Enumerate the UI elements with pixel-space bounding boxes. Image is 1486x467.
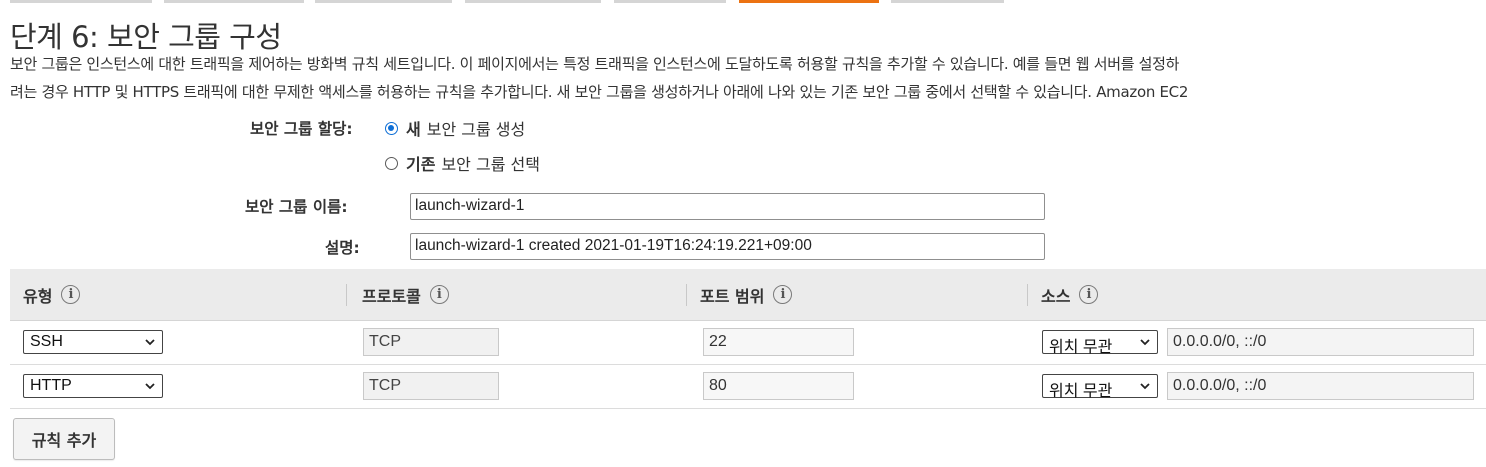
radio-new-strong: 새 [406,120,421,139]
radio-new-indicator[interactable] [385,121,398,135]
chevron-down-icon [145,339,155,346]
rule-cidr-field[interactable]: 0.0.0.0/0, ::/0 [1167,328,1474,356]
radio-existing-strong: 기존 [406,155,436,174]
info-icon[interactable]: i [773,285,793,304]
chevron-down-icon [145,383,155,390]
wizard-tab[interactable] [10,0,152,3]
rule-protocol-field: TCP [363,372,499,400]
header-protocol: 프로토콜 i [362,269,449,320]
wizard-tab-active[interactable] [739,0,879,3]
info-icon[interactable]: i [61,285,81,304]
group-name-input[interactable]: launch-wizard-1 [410,193,1045,220]
rule-row: SSH TCP 22 위치 무관 0.0.0.0/0, ::/0 [10,321,1486,365]
rule-source-value: 위치 무관 [1049,339,1113,356]
page-description-line-1: 보안 그룹은 인스턴스에 대한 트래픽을 제어하는 방화벽 규칙 세트입니다. … [10,55,1180,73]
rule-source-value: 위치 무관 [1049,383,1113,400]
header-type: 유형 i [23,269,81,320]
radio-existing-indicator[interactable] [385,156,398,170]
page-description-line-2: 려는 경우 HTTP 및 HTTPS 트래픽에 대한 무제한 액세스를 허용하는… [10,83,1189,101]
rule-port-field[interactable]: 22 [703,328,854,356]
chevron-down-icon [1140,383,1150,390]
rule-row: HTTP TCP 80 위치 무관 0.0.0.0/0, ::/0 [10,365,1486,409]
rule-type-value: SSH [30,333,63,350]
assignment-label: 보안 그룹 할당: [250,120,353,138]
rule-protocol-field: TCP [363,328,499,356]
header-source-label: 소스 [1041,286,1071,306]
wizard-tab[interactable] [465,0,601,3]
column-divider [346,284,347,306]
radio-new-label: 보안 그룹 생성 [426,120,526,139]
header-port-range-label: 포트 범위 [700,286,765,306]
rule-port-field[interactable]: 80 [703,372,854,400]
rule-cidr-field[interactable]: 0.0.0.0/0, ::/0 [1167,372,1474,400]
rule-type-value: HTTP [30,377,72,394]
rules-table-header: 유형 i 프로토콜 i 포트 범위 i 소스 i [10,269,1486,321]
rule-type-select[interactable]: SSH [23,330,163,354]
info-icon[interactable]: i [1079,285,1099,304]
wizard-tab[interactable] [614,0,726,3]
wizard-tab[interactable] [164,0,304,3]
rule-source-select[interactable]: 위치 무관 [1042,374,1158,400]
info-icon[interactable]: i [429,285,449,304]
header-port-range: 포트 범위 i [700,269,793,320]
chevron-down-icon [1140,339,1150,346]
radio-existing-label: 보안 그룹 선택 [441,155,540,174]
wizard-tab[interactable] [891,0,1004,3]
description-input[interactable]: launch-wizard-1 created 2021-01-19T16:24… [410,233,1045,260]
page-title: 단계 6: 보안 그룹 구성 [10,20,282,54]
rule-source-select[interactable]: 위치 무관 [1042,330,1158,356]
add-rule-button[interactable]: 규칙 추가 [13,418,115,460]
wizard-tab[interactable] [315,0,452,3]
radio-existing-group[interactable]: 기존 보안 그룹 선택 [385,151,540,175]
header-source: 소스 i [1041,269,1099,320]
header-type-label: 유형 [23,286,53,306]
column-divider [686,284,687,306]
rule-type-select[interactable]: HTTP [23,374,163,398]
radio-new-group[interactable]: 새 보안 그룹 생성 [385,116,525,140]
wizard-step-tabs [0,0,1486,3]
header-protocol-label: 프로토콜 [362,286,421,306]
description-label: 설명: [325,239,360,257]
group-name-label: 보안 그룹 이름: [245,198,348,216]
column-divider [1027,284,1028,306]
